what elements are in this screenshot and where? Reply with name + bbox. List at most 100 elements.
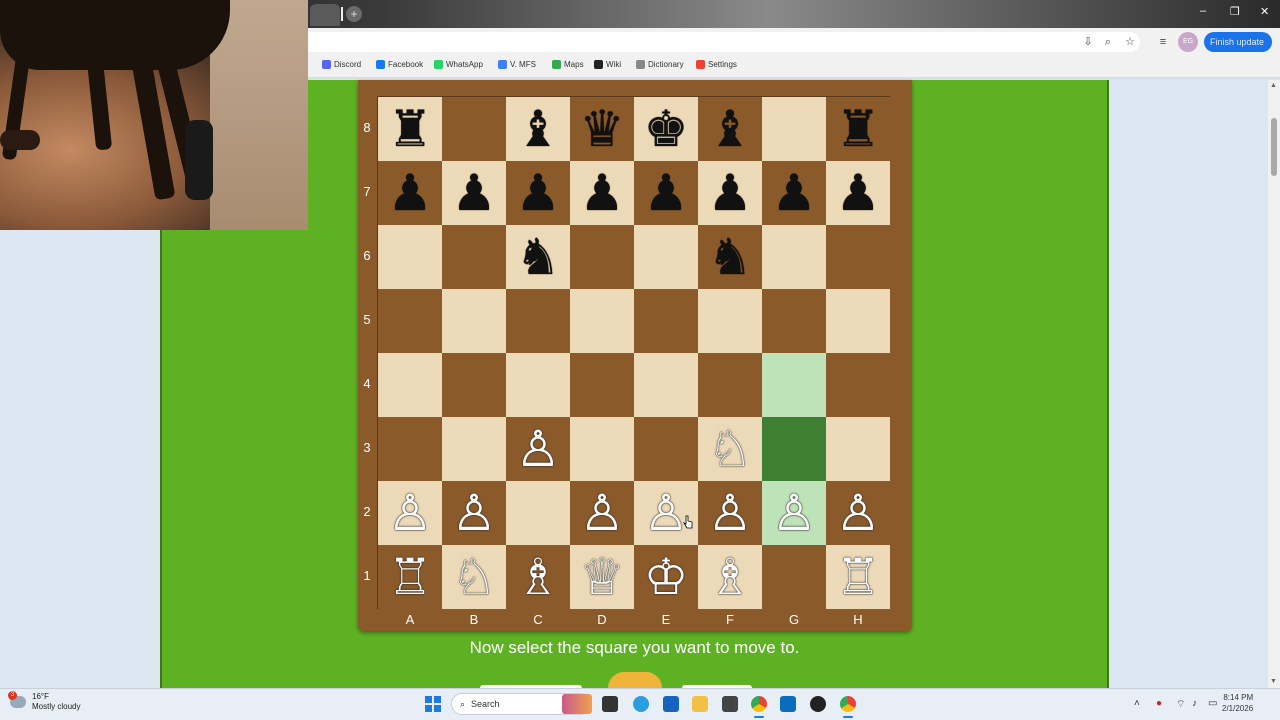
square-b4[interactable]: [442, 353, 506, 417]
square-a3[interactable]: [378, 417, 442, 481]
square-a8[interactable]: ♜: [378, 97, 442, 161]
square-d5[interactable]: [570, 289, 634, 353]
square-c7[interactable]: ♟: [506, 161, 570, 225]
file-explorer-icon[interactable]: [692, 696, 708, 712]
square-f5[interactable]: [698, 289, 762, 353]
finish-update-button[interactable]: Finish update: [1204, 32, 1272, 52]
square-c4[interactable]: [506, 353, 570, 417]
white-piece-c3[interactable]: ♙: [516, 424, 561, 474]
install-app-icon[interactable]: ⇩: [1080, 34, 1096, 50]
square-a6[interactable]: [378, 225, 442, 289]
square-h2[interactable]: ♙: [826, 481, 890, 545]
square-a4[interactable]: [378, 353, 442, 417]
square-f6[interactable]: ♞: [698, 225, 762, 289]
square-e8[interactable]: ♚: [634, 97, 698, 161]
square-h8[interactable]: ♜: [826, 97, 890, 161]
white-piece-h1[interactable]: ♖: [836, 552, 881, 602]
square-b7[interactable]: ♟: [442, 161, 506, 225]
square-h4[interactable]: [826, 353, 890, 417]
black-piece-d8[interactable]: ♛: [580, 104, 625, 154]
square-h1[interactable]: ♖: [826, 545, 890, 609]
white-piece-b1[interactable]: ♘: [452, 552, 497, 602]
square-d7[interactable]: ♟: [570, 161, 634, 225]
tray-overflow-icon[interactable]: ˄: [1134, 698, 1140, 709]
square-h3[interactable]: [826, 417, 890, 481]
square-h6[interactable]: [826, 225, 890, 289]
white-piece-f3[interactable]: ♘: [708, 424, 753, 474]
white-piece-h2[interactable]: ♙: [836, 488, 881, 538]
bookmark-5[interactable]: Wiki: [594, 60, 621, 69]
square-e5[interactable]: [634, 289, 698, 353]
square-b5[interactable]: [442, 289, 506, 353]
white-piece-b2[interactable]: ♙: [452, 488, 497, 538]
square-d1[interactable]: ♕: [570, 545, 634, 609]
bookmark-7[interactable]: Settings: [696, 60, 737, 69]
white-piece-d1[interactable]: ♕: [580, 552, 625, 602]
battery-icon[interactable]: ▭: [1208, 698, 1217, 709]
square-a2[interactable]: ♙: [378, 481, 442, 545]
black-piece-e7[interactable]: ♟: [644, 168, 689, 218]
recording-app-icon[interactable]: [810, 696, 826, 712]
bookmark-star-icon[interactable]: ☆: [1122, 34, 1138, 50]
square-g5[interactable]: [762, 289, 826, 353]
photos-icon[interactable]: [780, 696, 796, 712]
bookmark-4[interactable]: Maps: [552, 60, 584, 69]
square-e3[interactable]: [634, 417, 698, 481]
black-piece-a7[interactable]: ♟: [388, 168, 433, 218]
square-b3[interactable]: [442, 417, 506, 481]
white-piece-d2[interactable]: ♙: [580, 488, 625, 538]
square-g2[interactable]: ♙: [762, 481, 826, 545]
square-c5[interactable]: [506, 289, 570, 353]
square-e4[interactable]: [634, 353, 698, 417]
bookmark-6[interactable]: Dictionary: [636, 60, 684, 69]
zoom-icon[interactable]: ⌕: [1100, 34, 1116, 50]
address-bar[interactable]: [300, 32, 1140, 52]
black-piece-e8[interactable]: ♚: [644, 104, 689, 154]
wifi-icon[interactable]: ⌔: [1176, 698, 1185, 711]
black-piece-f8[interactable]: ♝: [708, 104, 753, 154]
square-a5[interactable]: [378, 289, 442, 353]
black-piece-b7[interactable]: ♟: [452, 168, 497, 218]
square-f4[interactable]: [698, 353, 762, 417]
bookmark-1[interactable]: Facebook: [376, 60, 423, 69]
square-g8[interactable]: [762, 97, 826, 161]
square-g6[interactable]: [762, 225, 826, 289]
restore-icon[interactable]: ❐: [1230, 5, 1240, 18]
browser-tab[interactable]: [310, 4, 340, 26]
weather-widget[interactable]: 3 16°F Mostly cloudy: [8, 691, 80, 712]
square-h5[interactable]: [826, 289, 890, 353]
square-b6[interactable]: [442, 225, 506, 289]
square-g7[interactable]: ♟: [762, 161, 826, 225]
white-piece-a2[interactable]: ♙: [388, 488, 433, 538]
bookmark-2[interactable]: WhatsApp: [434, 60, 483, 69]
square-f1[interactable]: ♗: [698, 545, 762, 609]
start-button[interactable]: [425, 696, 441, 712]
black-piece-h7[interactable]: ♟: [836, 168, 881, 218]
square-g1[interactable]: [762, 545, 826, 609]
minimize-icon[interactable]: –: [1200, 5, 1206, 17]
square-d3[interactable]: [570, 417, 634, 481]
square-c8[interactable]: ♝: [506, 97, 570, 161]
square-d8[interactable]: ♛: [570, 97, 634, 161]
new-tab-button[interactable]: +: [346, 6, 362, 22]
white-piece-a1[interactable]: ♖: [388, 552, 433, 602]
system-clock[interactable]: 8:14 PM 2/1/2026: [1222, 692, 1253, 714]
scrollbar-thumb[interactable]: [1271, 118, 1277, 176]
square-f7[interactable]: ♟: [698, 161, 762, 225]
chrome-icon[interactable]: [751, 696, 767, 712]
black-piece-c8[interactable]: ♝: [516, 104, 561, 154]
profile-avatar[interactable]: EG: [1178, 32, 1198, 52]
volume-icon[interactable]: ♪: [1192, 698, 1197, 709]
square-e2[interactable]: ♙: [634, 481, 698, 545]
bookmark-0[interactable]: Discord: [322, 60, 361, 69]
square-b1[interactable]: ♘: [442, 545, 506, 609]
black-piece-f7[interactable]: ♟: [708, 168, 753, 218]
tab-search-icon[interactable]: ≡: [1155, 34, 1171, 50]
square-d4[interactable]: [570, 353, 634, 417]
square-g3[interactable]: [762, 417, 826, 481]
square-h7[interactable]: ♟: [826, 161, 890, 225]
black-piece-c7[interactable]: ♟: [516, 168, 561, 218]
white-piece-f1[interactable]: ♗: [708, 552, 753, 602]
black-piece-d7[interactable]: ♟: [580, 168, 625, 218]
square-f2[interactable]: ♙: [698, 481, 762, 545]
